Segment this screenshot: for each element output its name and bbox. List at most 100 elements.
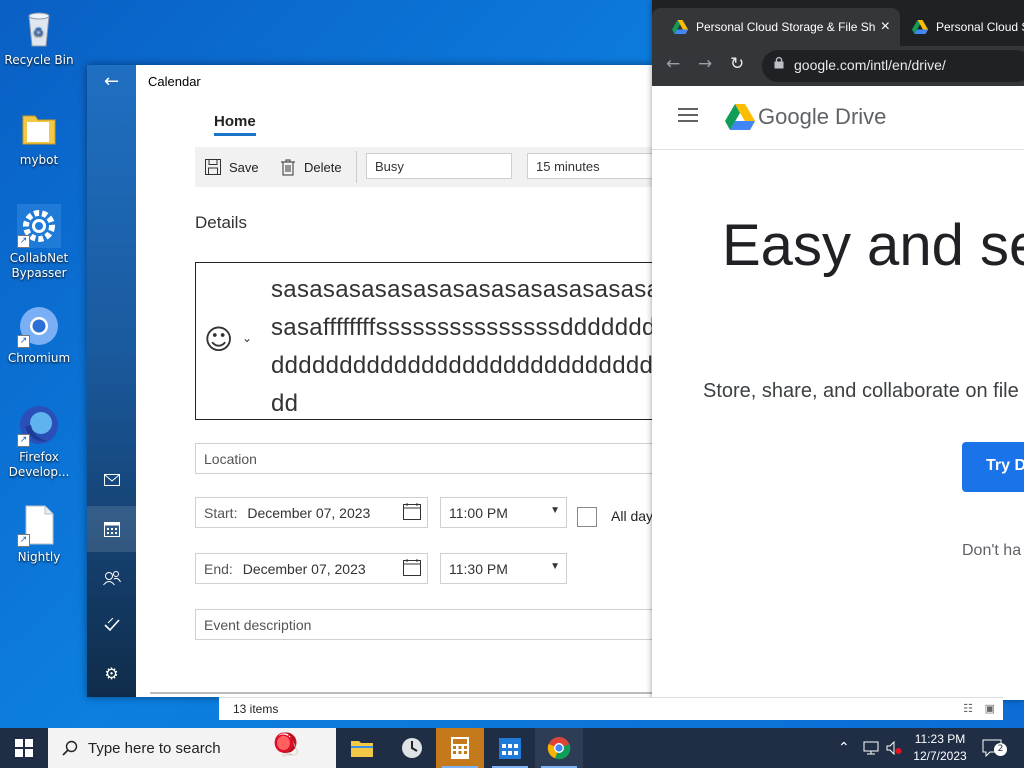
forward-icon[interactable]: → bbox=[698, 54, 712, 74]
end-label: End: bbox=[204, 561, 233, 577]
recycle-bin-icon: ♻ bbox=[17, 6, 61, 50]
desktop-icon-label: Firefox Develop... bbox=[8, 450, 70, 479]
end-time-value: 11:30 PM bbox=[449, 561, 508, 577]
browser-tab-active[interactable]: Personal Cloud Storage & File Sh × bbox=[652, 8, 900, 46]
desktop-icon-label: Chromium bbox=[7, 351, 71, 365]
hero-subtitle: Store, share, and collaborate on file bbox=[703, 380, 1019, 402]
drive-brand-name: Google Drive bbox=[758, 104, 887, 129]
close-tab-icon[interactable]: × bbox=[881, 18, 890, 36]
tab-home[interactable]: Home bbox=[214, 113, 256, 136]
back-arrow-icon[interactable]: ← bbox=[87, 65, 136, 97]
google-drive-icon bbox=[912, 20, 928, 34]
try-drive-button[interactable]: Try D bbox=[962, 442, 1024, 492]
desktop-icon-recycle-bin[interactable]: ♻ Recycle Bin bbox=[4, 6, 74, 68]
calculator-icon[interactable] bbox=[436, 728, 484, 768]
location-field[interactable]: Location bbox=[195, 443, 657, 474]
calendar-taskbar-icon[interactable] bbox=[486, 728, 534, 768]
lock-icon bbox=[774, 56, 784, 72]
calendar-sidebar: ← ⚙ bbox=[87, 65, 136, 697]
todo-icon[interactable] bbox=[87, 602, 136, 648]
save-button[interactable]: Save bbox=[205, 147, 259, 187]
tab-title: Personal Cloud Storage & File Sh bbox=[696, 20, 876, 34]
start-button[interactable] bbox=[0, 728, 48, 768]
show-as-dropdown[interactable]: Busy bbox=[366, 153, 512, 179]
network-icon[interactable] bbox=[862, 728, 880, 768]
address-bar[interactable]: google.com/intl/en/drive/ bbox=[762, 50, 1024, 82]
dreidel-search-highlight-icon: 🪀 bbox=[272, 732, 300, 757]
event-title-input[interactable]: sasasasasasasasasasasasasasasasasaffffff… bbox=[271, 271, 657, 419]
file-icon: ↗ bbox=[17, 503, 61, 547]
end-date-field[interactable]: End: December 07, 2023 bbox=[195, 553, 428, 584]
back-icon[interactable]: ← bbox=[666, 54, 680, 74]
details-heading: Details bbox=[195, 213, 247, 232]
event-description-field[interactable]: Event description bbox=[195, 609, 657, 640]
browser-tab[interactable]: Personal Cloud S bbox=[900, 8, 1024, 46]
file-explorer-icon[interactable] bbox=[338, 728, 386, 768]
search-icon bbox=[62, 740, 78, 756]
dont-have-account-text: Don't ha bbox=[962, 542, 1022, 559]
folder-icon bbox=[17, 106, 61, 150]
people-icon[interactable] bbox=[87, 555, 136, 601]
desktop-icon-label: mybot bbox=[19, 153, 59, 167]
clock-date: 12/7/2023 bbox=[913, 749, 967, 763]
notification-badge: 2 bbox=[994, 743, 1007, 756]
mail-icon[interactable] bbox=[87, 457, 136, 503]
google-drive-logo-icon bbox=[725, 104, 755, 130]
browser-toolbar: ← → ↻ google.com/intl/en/drive/ bbox=[652, 46, 1024, 86]
start-label: Start: bbox=[204, 505, 238, 521]
clock-app-icon[interactable] bbox=[388, 728, 436, 768]
google-drive-icon bbox=[672, 20, 688, 34]
end-time-dropdown[interactable]: 11:30 PM ▼ bbox=[440, 553, 567, 584]
chromium-icon: ↗ bbox=[17, 304, 61, 348]
desktop-icon-mybot[interactable]: mybot bbox=[4, 106, 74, 168]
tab-strip: Personal Cloud Storage & File Sh × Perso… bbox=[652, 0, 1024, 46]
settings-gear-icon[interactable]: ⚙ bbox=[87, 650, 136, 696]
calendar-nav-icon[interactable] bbox=[87, 506, 136, 552]
desktop-icon-nightly[interactable]: ↗ Nightly bbox=[4, 503, 74, 565]
start-time-value: 11:00 PM bbox=[449, 505, 508, 521]
details-view-icon[interactable]: ☷ bbox=[963, 702, 973, 715]
notification-center-icon[interactable]: 2 bbox=[982, 728, 1007, 768]
clock-time: 11:23 PM bbox=[914, 732, 966, 746]
item-count: 13 items bbox=[233, 702, 279, 716]
app-title: Calendar bbox=[148, 74, 201, 89]
reload-icon[interactable]: ↻ bbox=[730, 54, 744, 74]
shortcut-arrow-icon: ↗ bbox=[17, 235, 30, 248]
chevron-down-icon: ▼ bbox=[550, 561, 560, 572]
calendar-window: ← ⚙ Calendar Home Save Delete Busy 15 mi… bbox=[87, 65, 657, 697]
start-time-dropdown[interactable]: 11:00 PM ▼ bbox=[440, 497, 567, 528]
url-text: google.com/intl/en/drive/ bbox=[794, 57, 946, 73]
calendar-picker-icon[interactable] bbox=[403, 559, 421, 580]
desktop-icon-collabnet-bypasser[interactable]: ↗ CollabNet Bypasser bbox=[4, 204, 74, 281]
desktop-icon-firefox-developer[interactable]: ↗ Firefox Develop... bbox=[4, 403, 74, 480]
hamburger-menu-icon[interactable] bbox=[678, 108, 698, 124]
desktop-icon-label: Recycle Bin bbox=[4, 53, 74, 67]
firefox-icon: ↗ bbox=[17, 403, 61, 447]
taskbar-search[interactable]: Type here to search 🪀 bbox=[48, 728, 336, 768]
trash-icon bbox=[281, 159, 295, 175]
delete-button[interactable]: Delete bbox=[280, 147, 342, 187]
horizontal-scrollbar[interactable] bbox=[150, 692, 657, 694]
gear-icon: ↗ bbox=[17, 204, 61, 248]
delete-label: Delete bbox=[304, 159, 342, 175]
desktop-icon-chromium[interactable]: ↗ Chromium bbox=[4, 304, 74, 366]
system-clock[interactable]: 11:23 PM 12/7/2023 bbox=[908, 731, 972, 765]
emoji-icon[interactable]: ☺ bbox=[204, 325, 233, 355]
end-date-value: December 07, 2023 bbox=[242, 561, 366, 577]
search-placeholder: Type here to search bbox=[88, 739, 221, 757]
volume-muted-icon[interactable] bbox=[886, 728, 902, 768]
event-title-box[interactable]: ☺ ⌄ sasasasasasasasasasasasasasasasasaff… bbox=[195, 262, 657, 420]
explorer-status-bar: 13 items ☷ ▣ bbox=[219, 697, 1003, 720]
show-hidden-icons-chevron-icon[interactable]: ⌃ bbox=[838, 728, 850, 768]
chevron-down-icon[interactable]: ⌄ bbox=[242, 331, 252, 345]
reminder-dropdown[interactable]: 15 minutes bbox=[527, 153, 657, 179]
large-icons-view-icon[interactable]: ▣ bbox=[985, 702, 995, 715]
all-day-checkbox[interactable] bbox=[577, 507, 597, 527]
start-date-value: December 07, 2023 bbox=[247, 505, 371, 521]
start-date-field[interactable]: Start: December 07, 2023 bbox=[195, 497, 428, 528]
shortcut-arrow-icon: ↗ bbox=[17, 335, 30, 348]
chrome-taskbar-icon[interactable] bbox=[535, 728, 583, 768]
toolbar-divider bbox=[356, 151, 357, 183]
calendar-picker-icon[interactable] bbox=[403, 503, 421, 524]
drive-header: Google Drive bbox=[652, 86, 1024, 150]
